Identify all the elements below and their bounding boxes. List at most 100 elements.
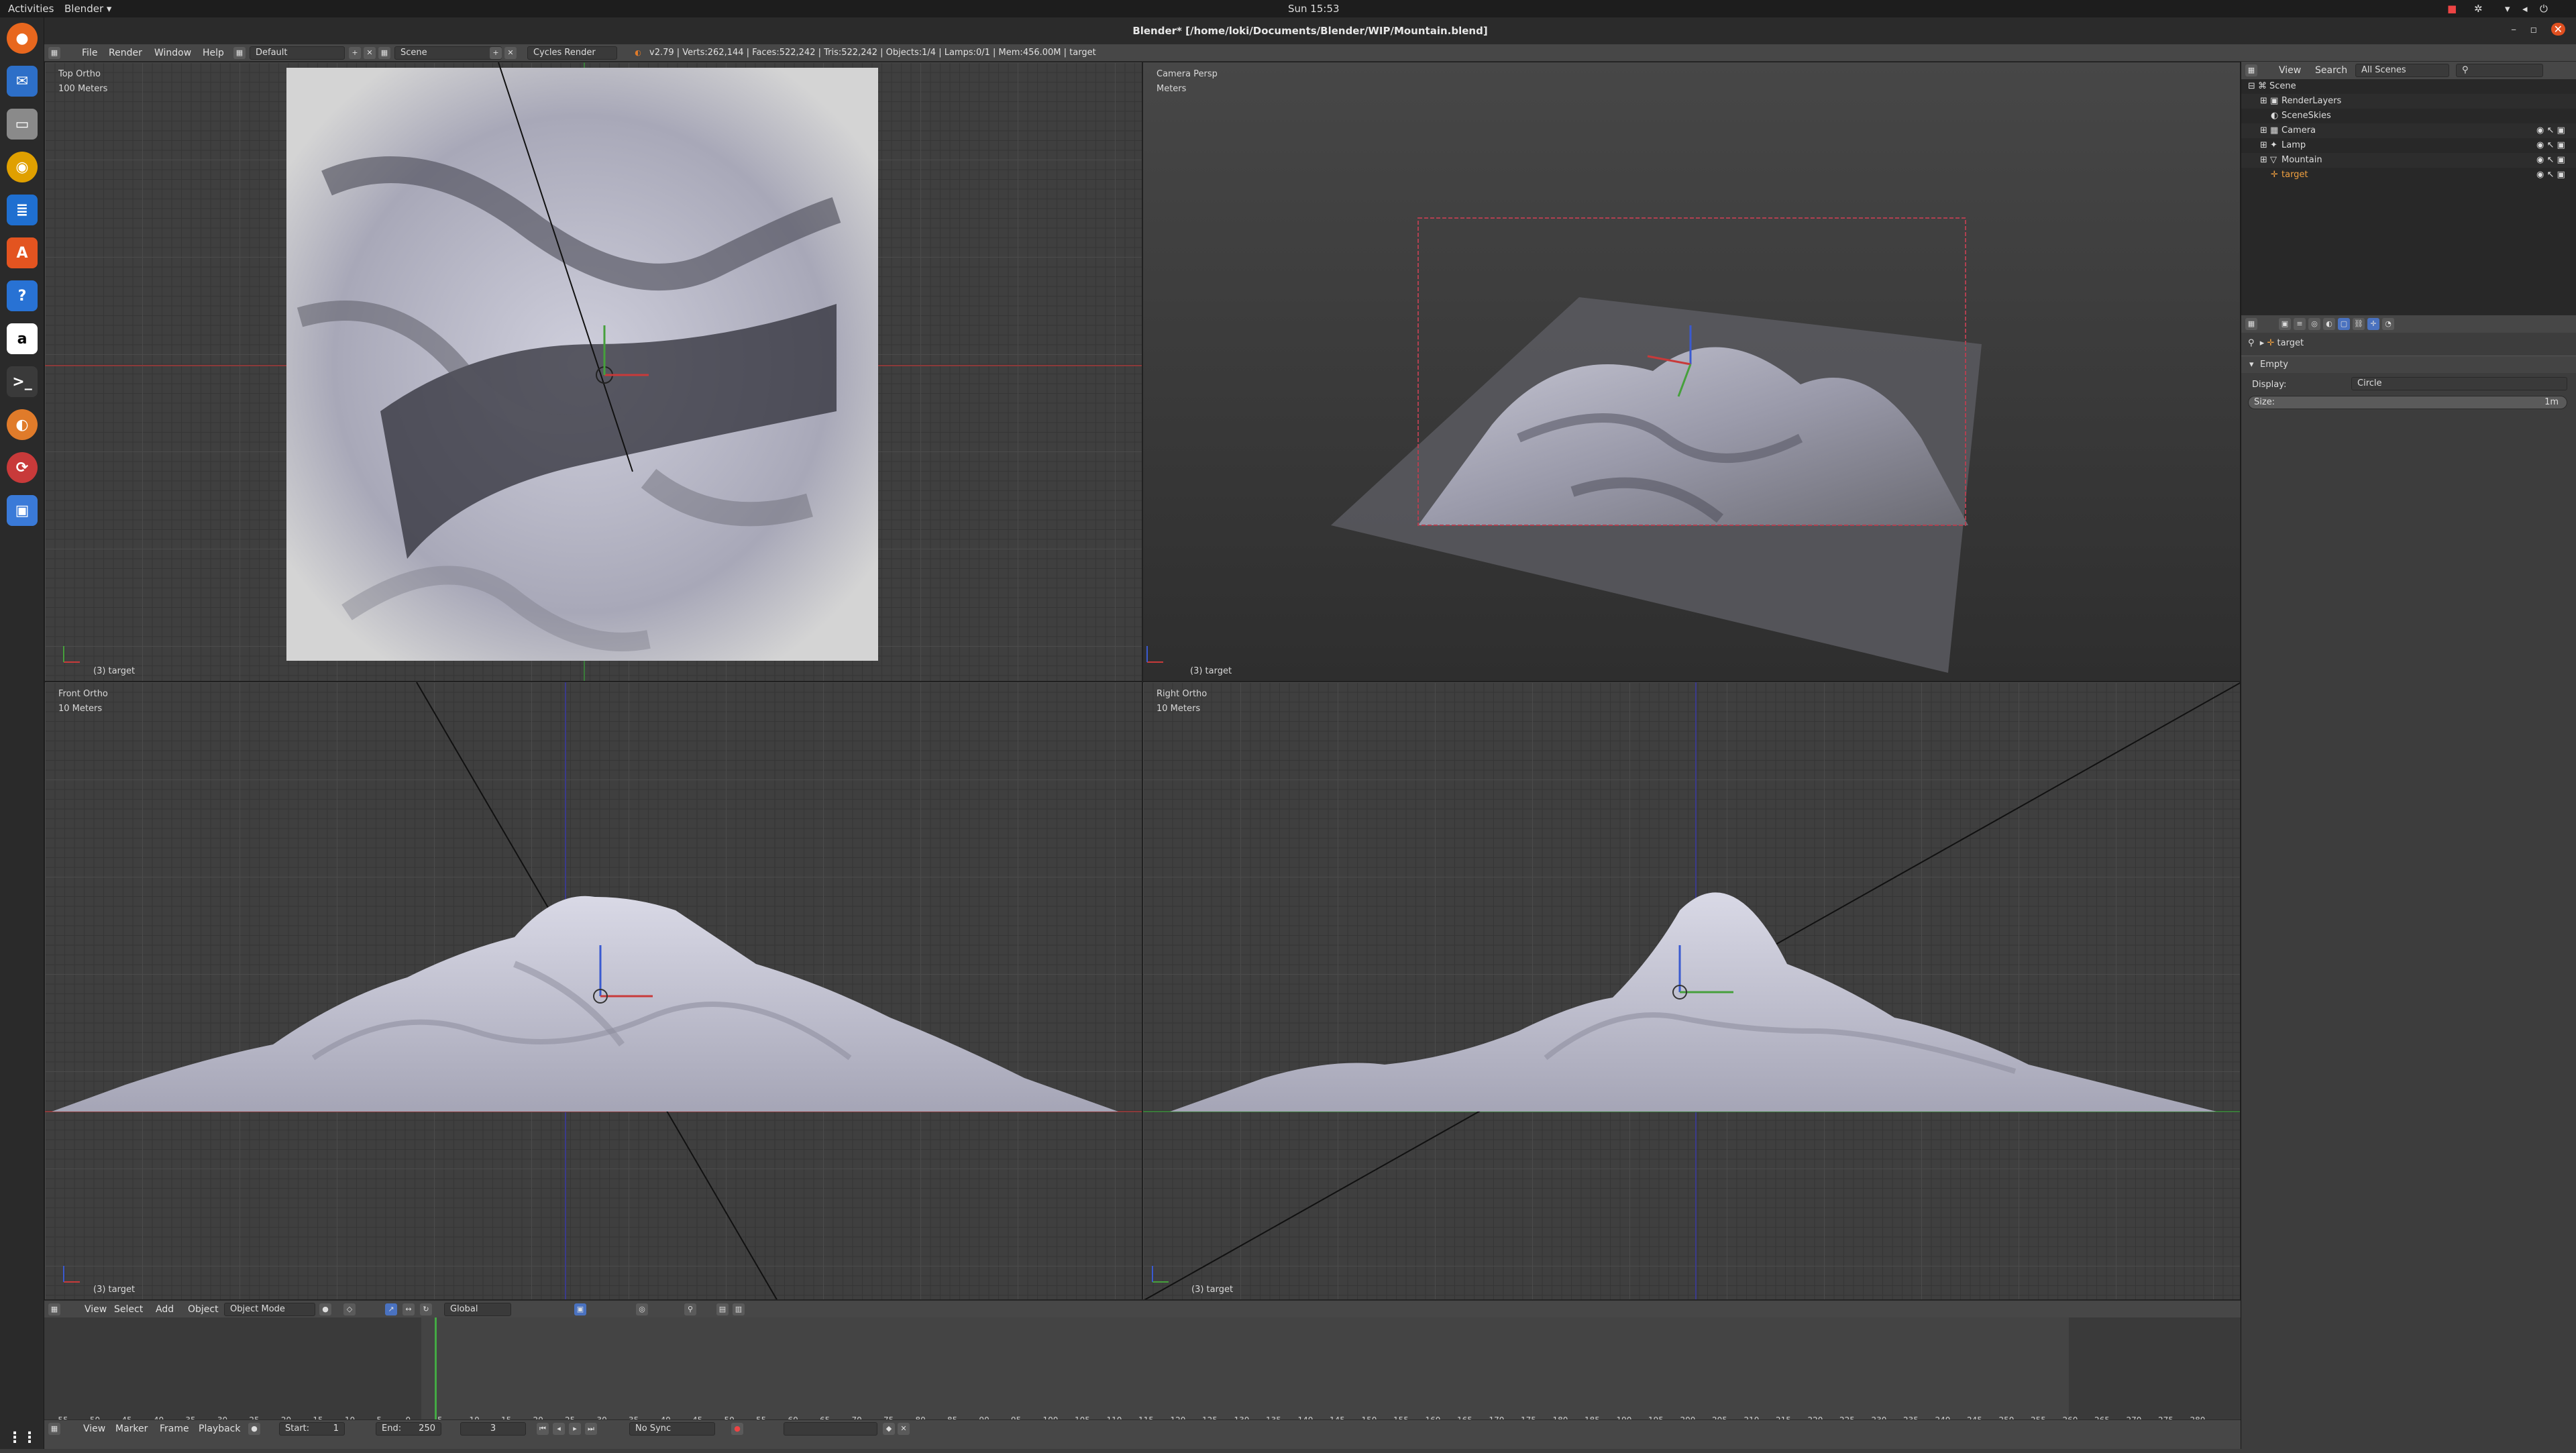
viewport-front-ortho[interactable]: Front Ortho 10 Meters (3) target [44, 682, 1142, 1300]
minimize-icon[interactable]: – [2511, 23, 2516, 36]
menu-marker[interactable]: Marker [115, 1423, 148, 1434]
render-tab-icon[interactable]: ▣ [2279, 318, 2291, 330]
outliner-item-camera[interactable]: ⊞ ▦ Camera ◉ ↖ ▣ [2241, 123, 2576, 138]
scene-select[interactable]: Scene [394, 46, 502, 60]
visibility-icon[interactable]: ◉ ↖ ▣ [2536, 168, 2565, 182]
scene-tab-icon[interactable]: ◎ [2308, 318, 2320, 330]
delete-key-icon[interactable]: ✕ [898, 1423, 910, 1435]
layout-add-icon[interactable]: + [349, 47, 361, 59]
viewport-top-ortho[interactable]: Top Ortho 100 Meters (3) target [44, 62, 1142, 682]
world-tab-icon[interactable]: ◐ [2323, 318, 2335, 330]
outliner-item-scene[interactable]: ⊟ ⌘ Scene [2241, 79, 2576, 94]
menu-view[interactable]: View [83, 1423, 105, 1434]
menu-file[interactable]: File [82, 48, 97, 58]
menu-search[interactable]: Search [2315, 65, 2347, 76]
translate-icon[interactable]: ↔ [402, 1303, 415, 1315]
constraints-tab-icon[interactable]: ⛓ [2353, 318, 2365, 330]
playhead[interactable] [435, 1317, 437, 1419]
sync-select[interactable]: No Sync [629, 1422, 715, 1436]
network-icon[interactable]: ▾ [2505, 3, 2510, 15]
viewport-camera-persp[interactable]: Camera Persp Meters (3) target [1142, 62, 2241, 682]
record-icon[interactable]: ● [248, 1423, 260, 1435]
orientation-select[interactable]: Global [444, 1303, 511, 1316]
menu-frame[interactable]: Frame [160, 1423, 189, 1434]
render-engine-select[interactable]: Cycles Render [527, 46, 617, 60]
editor-type-icon[interactable]: ▦ [48, 1423, 60, 1435]
pin-icon[interactable]: ⚲ [2248, 338, 2255, 348]
properties-editor[interactable]: ▦ ▣ ≡ ◎ ◐ ▢ ⛓ ✛ ◔ ⚲ ▸ ✛ target ▾ Empty D… [2241, 315, 2576, 1449]
blender-icon[interactable]: ◐ [7, 409, 38, 440]
outliner-search-input[interactable]: ⚲ [2456, 64, 2543, 77]
outliner-item-lamp[interactable]: ⊞ ✦ Lamp ◉ ↖ ▣ [2241, 138, 2576, 153]
files-icon[interactable]: ▭ [7, 109, 38, 140]
editor-type-icon[interactable]: ▦ [2245, 64, 2257, 76]
jump-start-icon[interactable]: ⏮ [537, 1423, 549, 1435]
menu-add[interactable]: Add [156, 1304, 174, 1315]
proportional-icon[interactable]: ◎ [636, 1303, 648, 1315]
screenshot-icon[interactable]: ▣ [7, 495, 38, 526]
thunderbird-icon[interactable]: ✉ [7, 66, 38, 97]
pivot-icon[interactable]: ◇ [343, 1303, 356, 1315]
outliner[interactable]: ▦ View Search All Scenes ⚲ ⊟ ⌘ Scene ⊞ ▣ R… [2241, 62, 2576, 315]
outliner-item-target[interactable]: ✛ target ◉ ↖ ▣ [2241, 168, 2576, 182]
editor-type-icon[interactable]: ▦ [48, 47, 60, 59]
outliner-item-sceneskies[interactable]: ◐ SceneSkies [2241, 109, 2576, 123]
visibility-icon[interactable]: ◉ ↖ ▣ [2536, 153, 2565, 168]
layer-icon[interactable]: ▣ [574, 1303, 586, 1315]
scene-remove-icon[interactable]: ✕ [504, 47, 517, 59]
camera-render-icon[interactable]: ▥ [733, 1303, 745, 1315]
clock[interactable]: Sun 15:53 [1288, 3, 1340, 15]
layers-tab-icon[interactable]: ≡ [2294, 318, 2306, 330]
terminal-icon[interactable]: >_ [7, 366, 38, 397]
auto-key-icon[interactable]: ● [731, 1423, 743, 1435]
software-updater-icon[interactable]: ⟳ [7, 452, 38, 483]
object-tab-icon[interactable]: ▢ [2338, 318, 2350, 330]
show-apps-icon[interactable]: ⋮⋮ [7, 1422, 38, 1453]
visibility-icon[interactable]: ◉ ↖ ▣ [2536, 138, 2565, 153]
play-reverse-icon[interactable]: ◂ [553, 1423, 565, 1435]
scene-add-icon[interactable]: + [490, 47, 502, 59]
display-mode-select[interactable]: All Scenes [2355, 64, 2449, 77]
editor-type-icon[interactable]: ▦ [48, 1303, 60, 1315]
insert-key-icon[interactable]: ◆ [883, 1423, 895, 1435]
jump-end-icon[interactable]: ⏭ [585, 1423, 597, 1435]
keying-set-field[interactable] [784, 1422, 877, 1436]
mode-select[interactable]: Object Mode [224, 1303, 315, 1316]
play-icon[interactable]: ▸ [569, 1423, 581, 1435]
maximize-icon[interactable]: ▫ [2530, 23, 2537, 36]
menu-window[interactable]: Window [154, 48, 191, 58]
render-preview-icon[interactable]: ▤ [716, 1303, 729, 1315]
close-icon[interactable]: ✕ [2551, 23, 2565, 36]
data-tab-icon[interactable]: ✛ [2367, 318, 2379, 330]
empty-panel-header[interactable]: ▾ Empty [2241, 356, 2576, 373]
viewport-right-ortho[interactable]: Right Ortho 10 Meters (3) target [1142, 682, 2241, 1300]
activities-button[interactable]: Activities [8, 3, 54, 15]
manipulator-icon[interactable]: ↗ [385, 1303, 397, 1315]
layout-select[interactable]: Default [250, 46, 345, 60]
physics-tab-icon[interactable]: ◔ [2382, 318, 2394, 330]
menu-help[interactable]: Help [203, 48, 224, 58]
software-center-icon[interactable]: A [7, 237, 38, 268]
notification-icon[interactable]: ■ [2447, 3, 2457, 15]
writer-icon[interactable]: ≣ [7, 195, 38, 225]
app-menu[interactable]: Blender ▾ [64, 3, 111, 15]
empty-size-field[interactable]: Size: 1m [2248, 396, 2567, 409]
power-icon[interactable]: ⏻ [2540, 3, 2548, 15]
menu-view[interactable]: View [2279, 65, 2301, 76]
snap-icon[interactable]: ⚲ [684, 1303, 696, 1315]
layout-remove-icon[interactable]: ✕ [364, 47, 376, 59]
menu-render[interactable]: Render [109, 48, 142, 58]
firefox-icon[interactable]: ● [7, 23, 38, 54]
outliner-item-mountain[interactable]: ⊞ ▽ Mountain ◉ ↖ ▣ [2241, 153, 2576, 168]
menu-playback[interactable]: Playback [199, 1423, 240, 1434]
outliner-item-renderlayers[interactable]: ⊞ ▣ RenderLayers [2241, 94, 2576, 109]
menu-object[interactable]: Object [188, 1304, 219, 1315]
editor-type-icon[interactable]: ▦ [2245, 318, 2257, 330]
scene-icon[interactable]: ▦ [378, 47, 390, 59]
menu-view[interactable]: View [85, 1304, 107, 1315]
rhythmbox-icon[interactable]: ◉ [7, 152, 38, 182]
shading-icon[interactable]: ● [319, 1303, 331, 1315]
layout-icon[interactable]: ▦ [233, 47, 246, 59]
end-frame-field[interactable]: End: 250 [376, 1422, 441, 1436]
help-icon[interactable]: ? [7, 280, 38, 311]
